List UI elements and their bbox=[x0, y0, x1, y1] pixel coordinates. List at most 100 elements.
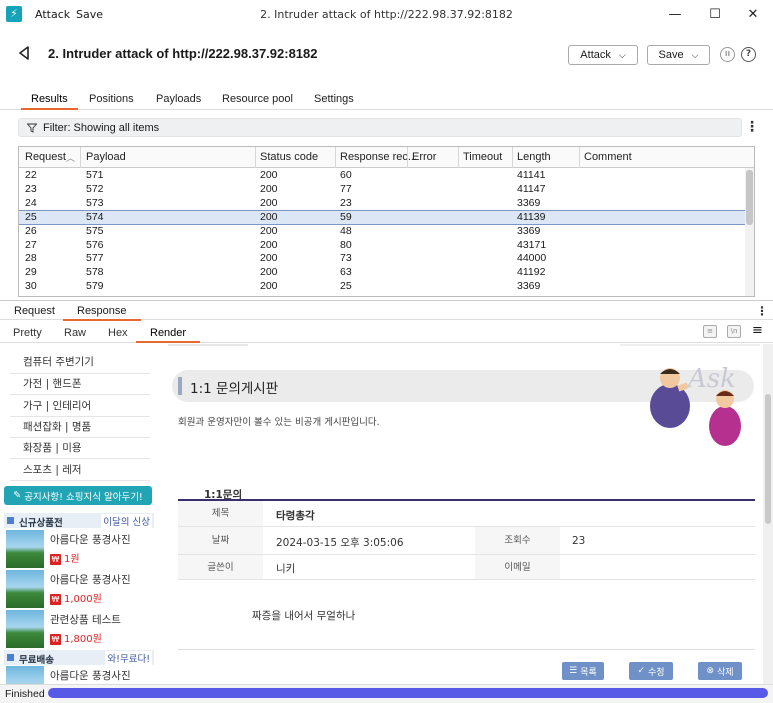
filter-icon bbox=[27, 123, 37, 133]
panel-more-icon[interactable]: ⋮ bbox=[756, 304, 768, 318]
table-row[interactable]: 22 571 200 60 41141 bbox=[19, 169, 746, 183]
menu-lines-icon[interactable]: ≡ bbox=[752, 323, 763, 338]
list-button-label: 목록 bbox=[580, 667, 597, 678]
subject-value: 타령총각 bbox=[276, 510, 315, 522]
attack-tabs: Results Positions Payloads Resource pool… bbox=[0, 90, 773, 110]
tab-pretty[interactable]: Pretty bbox=[13, 327, 42, 339]
col-payload[interactable]: Payload bbox=[86, 151, 126, 163]
table-row[interactable]: 25 574 200 59 41139 bbox=[19, 209, 747, 226]
table-cell: 574 bbox=[86, 210, 104, 223]
date-row: 날짜 2024-03-15 오후 3:05:06 조회수 23 bbox=[178, 527, 755, 555]
product-item[interactable]: 관련상품 테스트 ₩1,800원 bbox=[5, 610, 155, 648]
back-icon[interactable] bbox=[16, 44, 34, 62]
free-shipping-tag[interactable]: 와!무료다! bbox=[105, 651, 152, 665]
col-status-code[interactable]: Status code bbox=[260, 151, 318, 163]
check-icon: ✓ bbox=[637, 666, 645, 676]
table-cell: 30 bbox=[25, 280, 37, 293]
sidebar-category[interactable]: 패션잡화 | 명품 bbox=[23, 419, 91, 434]
table-scrollbar[interactable] bbox=[745, 168, 754, 296]
tab-request[interactable]: Request bbox=[14, 305, 55, 317]
sidebar-category[interactable]: 스포츠 | 레저 bbox=[23, 462, 82, 477]
tab-resource-pool[interactable]: Resource pool bbox=[222, 93, 293, 105]
minimize-icon[interactable]: — bbox=[660, 4, 690, 26]
notice-button-label: 공지사항! 쇼핑지식 알아두기! bbox=[24, 491, 143, 503]
table-row[interactable]: 24 573 200 23 3369 bbox=[19, 197, 746, 211]
filter-bar[interactable]: Filter: Showing all items bbox=[18, 118, 742, 137]
product-price: ₩1,800원 bbox=[50, 630, 102, 645]
table-cell: 59 bbox=[340, 210, 352, 223]
attack-dropdown-button[interactable]: Attack ⌵ bbox=[568, 45, 638, 65]
new-products-title: 신규상품전 bbox=[19, 518, 63, 529]
table-cell: 200 bbox=[260, 280, 278, 293]
chevron-down-icon: ⌵ bbox=[691, 49, 699, 60]
wrap-lines-icon[interactable]: ≡ bbox=[703, 325, 717, 338]
request-response-tabs: Request Response ⋮ bbox=[0, 300, 773, 321]
title-accent bbox=[178, 377, 182, 395]
breadcrumb-fragment bbox=[168, 344, 248, 346]
edit-button[interactable]: ✓ 수정 bbox=[629, 662, 673, 680]
list-button[interactable]: ☰ 목록 bbox=[562, 662, 604, 680]
sidebar-category[interactable]: 가구 | 인테리어 bbox=[23, 398, 91, 413]
free-shipping-title: 무료배송 bbox=[19, 655, 54, 666]
won-icon: ₩ bbox=[50, 554, 61, 565]
col-timeout[interactable]: Timeout bbox=[463, 151, 502, 163]
render-scrollbar[interactable] bbox=[763, 344, 773, 684]
tab-results[interactable]: Results bbox=[21, 93, 78, 110]
table-row[interactable]: 29 578 200 63 41192 bbox=[19, 266, 746, 280]
col-error[interactable]: Error bbox=[412, 151, 436, 163]
product-name[interactable]: 관련상품 테스트 bbox=[50, 612, 121, 627]
notice-button[interactable]: ✎ 공지사항! 쇼핑지식 알아두기! bbox=[4, 486, 152, 505]
product-item[interactable]: 아름다운 풍경사진 bbox=[5, 666, 155, 684]
sidebar-category[interactable]: 가전 | 핸드폰 bbox=[23, 376, 82, 391]
close-icon[interactable]: ✕ bbox=[738, 4, 768, 26]
product-item[interactable]: 아름다운 풍경사진 ₩1원 bbox=[5, 530, 155, 568]
table-cell: 200 bbox=[260, 196, 278, 209]
table-row[interactable]: 27 576 200 80 43171 bbox=[19, 239, 746, 253]
col-request[interactable]: Request bbox=[25, 151, 66, 163]
sidebar-separator bbox=[10, 479, 150, 481]
edit-button-label: 수정 bbox=[647, 667, 665, 678]
table-cell: 23 bbox=[340, 196, 352, 209]
tab-render[interactable]: Render bbox=[135, 327, 201, 343]
product-item[interactable]: 아름다운 풍경사진 ₩1,000원 bbox=[5, 570, 155, 608]
burp-logo-icon: ⚡ bbox=[6, 6, 22, 22]
col-comment[interactable]: Comment bbox=[584, 151, 632, 163]
table-cell: 200 bbox=[260, 210, 278, 223]
sidebar-separator bbox=[10, 436, 150, 438]
status-text: Finished bbox=[5, 688, 45, 700]
product-name[interactable]: 아름다운 풍경사진 bbox=[50, 572, 131, 587]
more-options-icon[interactable]: ⋮ bbox=[745, 120, 759, 134]
sidebar-category[interactable]: 화장품 | 미용 bbox=[23, 440, 82, 455]
tab-payloads[interactable]: Payloads bbox=[156, 93, 201, 105]
table-row[interactable]: 30 579 200 25 3369 bbox=[19, 280, 746, 294]
save-dropdown-button[interactable]: Save ⌵ bbox=[647, 45, 710, 65]
landscape-image bbox=[6, 610, 44, 648]
table-row[interactable]: 28 577 200 73 44000 bbox=[19, 252, 746, 266]
col-response-received[interactable]: Response rec... bbox=[340, 151, 417, 163]
table-cell: 73 bbox=[340, 252, 352, 265]
product-name[interactable]: 아름다운 풍경사진 bbox=[50, 668, 131, 683]
view-tabs: Pretty Raw Hex Render bbox=[0, 321, 773, 343]
tab-positions[interactable]: Positions bbox=[89, 93, 134, 105]
table-row[interactable]: 26 575 200 48 3369 bbox=[19, 225, 746, 239]
col-length[interactable]: Length bbox=[517, 151, 551, 163]
content-divider bbox=[178, 649, 755, 650]
sidebar-category[interactable]: 컴퓨터 주변기기 bbox=[23, 354, 94, 369]
newline-icon[interactable]: \n bbox=[727, 325, 741, 338]
table-row[interactable]: 23 572 200 77 41147 bbox=[19, 183, 746, 197]
tab-raw[interactable]: Raw bbox=[64, 327, 86, 339]
product-name[interactable]: 아름다운 풍경사진 bbox=[50, 532, 131, 547]
tab-response[interactable]: Response bbox=[63, 305, 140, 321]
table-cell: 573 bbox=[86, 196, 104, 209]
help-icon[interactable]: ? bbox=[741, 47, 756, 62]
tab-hex[interactable]: Hex bbox=[108, 327, 128, 339]
menu-attack[interactable]: Attack bbox=[35, 8, 70, 21]
won-icon: ₩ bbox=[50, 634, 61, 645]
menu-save[interactable]: Save bbox=[76, 8, 103, 21]
new-products-tag[interactable]: 이달의 신상 bbox=[101, 514, 152, 528]
delete-button[interactable]: ⊗ 삭제 bbox=[698, 662, 742, 680]
board-title: 1:1 문의게시판 bbox=[190, 381, 279, 397]
tab-settings[interactable]: Settings bbox=[314, 93, 354, 105]
maximize-icon[interactable]: ☐ bbox=[700, 4, 730, 26]
pause-icon[interactable]: II bbox=[720, 47, 735, 62]
